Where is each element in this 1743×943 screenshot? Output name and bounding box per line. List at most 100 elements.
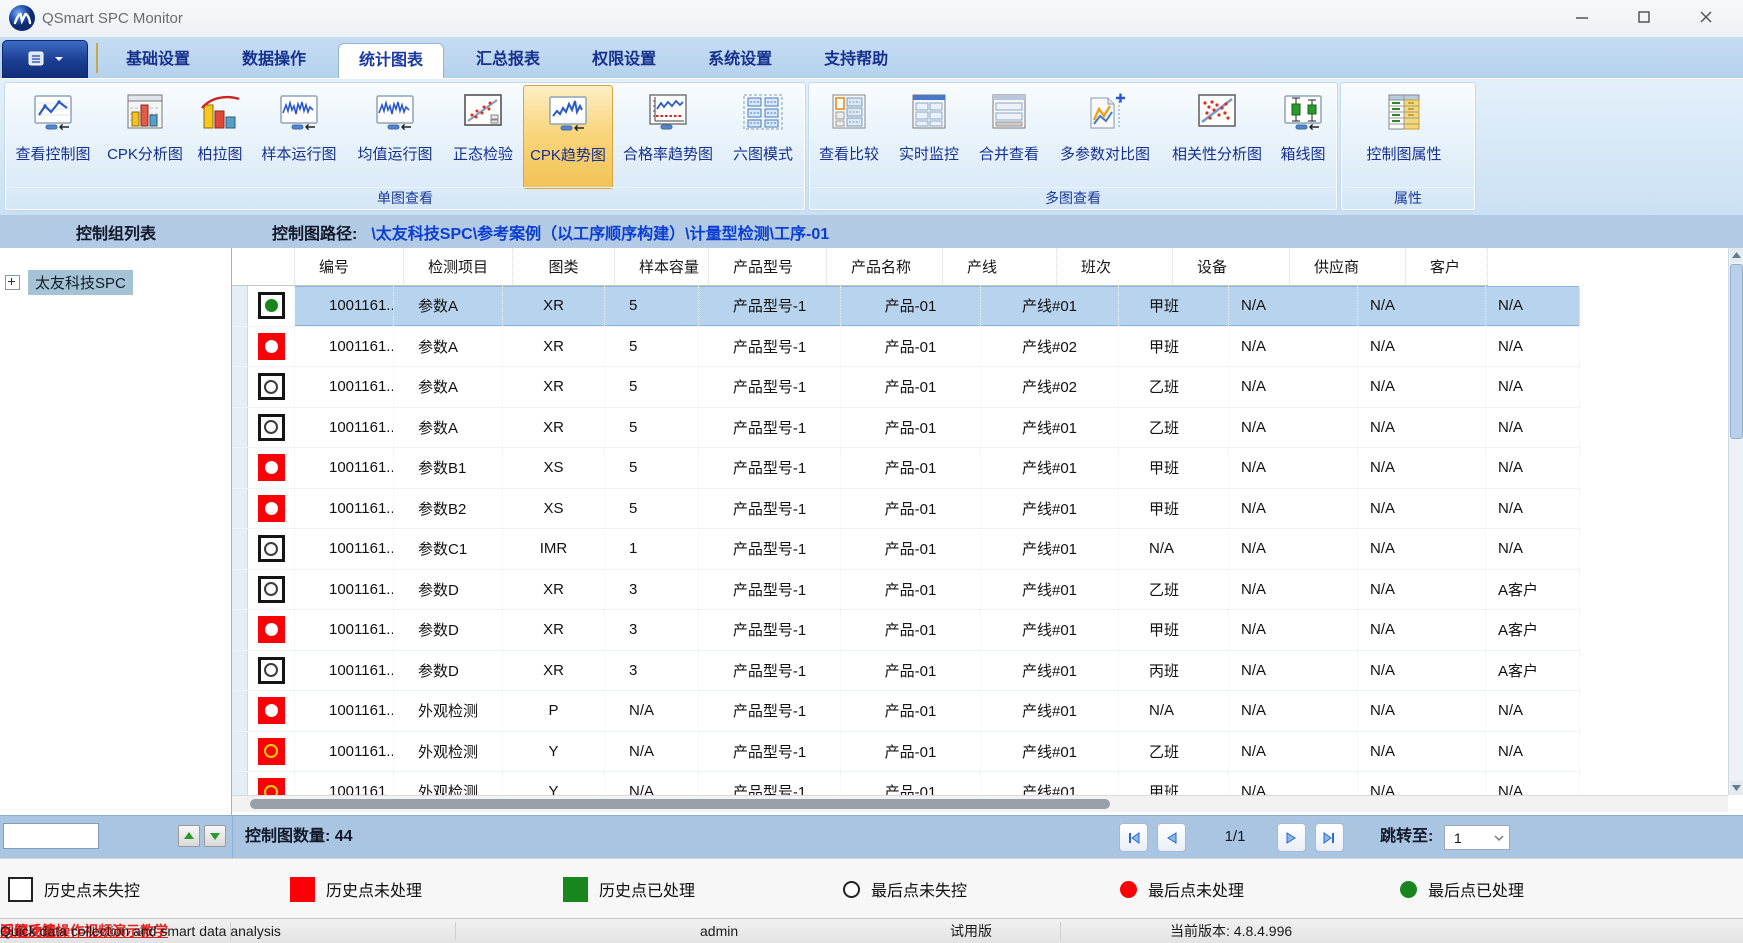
menu-tab-6[interactable]: 系统设置 bbox=[688, 43, 792, 77]
legend-label: 历史点未处理 bbox=[326, 877, 422, 901]
table-row-12[interactable]: 1001161...外观检测YN/A产品型号-1产品-01产线#01乙班N/AN… bbox=[232, 732, 1580, 773]
menu-tab-2[interactable]: 数据操作 bbox=[222, 43, 326, 77]
table-header-cell-2[interactable]: 检测项目 bbox=[404, 248, 513, 285]
circle-swatch-icon bbox=[1120, 881, 1137, 898]
prev-page-icon[interactable] bbox=[1157, 823, 1186, 852]
table-header-cell-7[interactable]: 产线 bbox=[943, 248, 1057, 285]
ribbon-button-correlation-analysis[interactable]: 相关性分析图 bbox=[1161, 85, 1273, 189]
bottom-bar: 控制图数量: 44 1/1 跳转至: 1 bbox=[0, 815, 1743, 858]
ribbon-button-label: 多参数对比图 bbox=[1060, 143, 1150, 164]
table-header-cell-8[interactable]: 班次 bbox=[1057, 248, 1173, 285]
ribbon-button-mean-run[interactable]: 均值运行图 bbox=[347, 85, 443, 189]
vscroll-thumb[interactable] bbox=[1730, 264, 1743, 439]
row-gutter bbox=[232, 367, 248, 407]
table-cell: 产品型号-1 bbox=[699, 408, 841, 448]
jump-to-select[interactable]: 1 bbox=[1444, 825, 1510, 850]
table-cell: 参数A bbox=[394, 408, 503, 448]
ribbon-button-boxplot[interactable]: 箱线图 bbox=[1273, 85, 1333, 189]
table-row-5[interactable]: 1001161...参数B1XS5产品型号-1产品-01产线#01甲班N/AN/… bbox=[232, 448, 1580, 489]
vertical-scrollbar[interactable] bbox=[1728, 248, 1743, 795]
circle-swatch-icon bbox=[1400, 881, 1417, 898]
menu-tab-5[interactable]: 权限设置 bbox=[572, 43, 676, 77]
ribbon-button-view-control-chart[interactable]: 查看控制图 bbox=[5, 85, 101, 189]
control-chart-table: 编号检测项目图类样本容量产品型号产品名称产线班次设备供应商客户 1001161.… bbox=[232, 248, 1743, 815]
white-square-ring-icon bbox=[258, 373, 285, 400]
expand-plus-icon[interactable] bbox=[5, 275, 20, 290]
maximize-icon[interactable] bbox=[1613, 0, 1675, 34]
spinner-down-icon[interactable] bbox=[204, 825, 226, 847]
row-status-cell bbox=[248, 651, 295, 691]
table-row-4[interactable]: 1001161...参数AXR5产品型号-1产品-01产线#01乙班N/AN/A… bbox=[232, 408, 1580, 449]
table-cell: XS bbox=[503, 489, 605, 529]
table-cell: 甲班 bbox=[1119, 610, 1229, 650]
next-page-icon[interactable] bbox=[1277, 823, 1306, 852]
app-menu-button[interactable] bbox=[2, 40, 88, 78]
ribbon-button-cpk-trend[interactable]: CPK趋势图 bbox=[523, 85, 613, 189]
ribbon-button-multi-param-compare[interactable]: 多参数对比图 bbox=[1049, 85, 1161, 189]
table-header-cell-3[interactable]: 图类 bbox=[513, 248, 615, 285]
minimize-icon[interactable] bbox=[1551, 0, 1613, 34]
table-row-8[interactable]: 1001161...参数DXR3产品型号-1产品-01产线#01乙班N/AN/A… bbox=[232, 570, 1580, 611]
table-cell: N/A bbox=[1229, 651, 1358, 691]
white-square-green-dot-icon bbox=[258, 292, 285, 319]
table-row-13[interactable]: 1001161外观检测YN/A产品型号-1产品-01产线#01甲班N/AN/AN… bbox=[232, 772, 1580, 795]
table-header-cell-6[interactable]: 产品名称 bbox=[827, 248, 943, 285]
table-row-7[interactable]: 1001161...参数C1IMR1产品型号-1产品-01产线#01N/AN/A… bbox=[232, 529, 1580, 570]
table-header-cell-11[interactable]: 客户 bbox=[1406, 248, 1488, 285]
sample-run-icon bbox=[277, 93, 321, 138]
ribbon-button-normality-test[interactable]: 正态检验 bbox=[443, 85, 523, 189]
table-header-cell-5[interactable]: 产品型号 bbox=[709, 248, 827, 285]
ribbon-button-merge-view[interactable]: 合并查看 bbox=[969, 85, 1049, 189]
tree-node-root[interactable]: 太友科技SPC bbox=[5, 270, 231, 295]
table-cell: N/A bbox=[1119, 691, 1229, 731]
ribbon-button-control-chart-properties[interactable]: 控制图属性 bbox=[1341, 85, 1467, 189]
filter-input[interactable] bbox=[3, 823, 99, 849]
horizontal-scrollbar[interactable] bbox=[232, 795, 1728, 812]
menu-tab-1[interactable]: 基础设置 bbox=[106, 43, 210, 77]
table-row-9[interactable]: 1001161...参数DXR3产品型号-1产品-01产线#01甲班N/AN/A… bbox=[232, 610, 1580, 651]
menu-tab-3[interactable]: 统计图表 bbox=[338, 43, 444, 78]
ribbon-button-view-compare[interactable]: 查看比较 bbox=[809, 85, 889, 189]
ribbon-button-label: 控制图属性 bbox=[1366, 143, 1441, 164]
table-header-cell-10[interactable]: 供应商 bbox=[1290, 248, 1406, 285]
table-row-10[interactable]: 1001161...参数DXR3产品型号-1产品-01产线#01丙班N/AN/A… bbox=[232, 651, 1580, 692]
hscroll-thumb[interactable] bbox=[250, 799, 1110, 809]
spinner-up-icon[interactable] bbox=[178, 825, 200, 847]
table-row-3[interactable]: 1001161...参数AXR5产品型号-1产品-01产线#02乙班N/AN/A… bbox=[232, 367, 1580, 408]
row-status-cell bbox=[248, 408, 295, 448]
first-page-icon[interactable] bbox=[1119, 823, 1148, 852]
ribbon-button-six-chart-mode[interactable]: 六图模式 bbox=[723, 85, 803, 189]
tree-node-label[interactable]: 太友科技SPC bbox=[28, 270, 133, 295]
app-logo-icon bbox=[8, 4, 36, 32]
table-cell: 产品-01 bbox=[841, 651, 981, 691]
menu-tabs: 基础设置数据操作统计图表汇总报表权限设置系统设置支持帮助 bbox=[106, 43, 920, 78]
table-row-2[interactable]: 1001161...参数AXR5产品型号-1产品-01产线#02甲班N/AN/A… bbox=[232, 327, 1580, 368]
ribbon-button-pareto[interactable]: 柏拉图 bbox=[189, 85, 251, 189]
row-gutter bbox=[232, 327, 248, 367]
menu-tab-7[interactable]: 支持帮助 bbox=[804, 43, 908, 77]
table-cell: 外观检测 bbox=[394, 772, 503, 795]
table-header-cell-9[interactable]: 设备 bbox=[1173, 248, 1290, 285]
ribbon-button-pass-rate-trend[interactable]: 合格率趋势图 bbox=[613, 85, 723, 189]
table-row-1[interactable]: 1001161...参数AXR5产品型号-1产品-01产线#01甲班N/AN/A… bbox=[232, 286, 1580, 327]
ribbon-button-cpk-analysis[interactable]: CPK分析图 bbox=[101, 85, 189, 189]
scroll-down-icon[interactable] bbox=[1730, 781, 1743, 795]
row-gutter bbox=[232, 448, 248, 488]
white-square-ring-icon bbox=[258, 657, 285, 684]
table-header-cell-1[interactable]: 编号 bbox=[295, 248, 404, 285]
status-bar: admin试用版当前版本: 4.8.4.996系统功能操作视频演示教学问题反馈Q… bbox=[0, 918, 1743, 943]
table-cell: 5 bbox=[605, 286, 699, 326]
table-cell: 产线#01 bbox=[981, 529, 1119, 569]
ribbon-button-sample-run[interactable]: 样本运行图 bbox=[251, 85, 347, 189]
menu-tab-4[interactable]: 汇总报表 bbox=[456, 43, 560, 77]
correlation-analysis-icon bbox=[1195, 93, 1239, 138]
multi-param-compare-icon bbox=[1083, 93, 1127, 138]
table-cell: 参数D bbox=[394, 570, 503, 610]
last-page-icon[interactable] bbox=[1315, 823, 1344, 852]
ribbon-button-realtime-monitor[interactable]: 实时监控 bbox=[889, 85, 969, 189]
table-row-6[interactable]: 1001161...参数B2XS5产品型号-1产品-01产线#01甲班N/AN/… bbox=[232, 489, 1580, 530]
scroll-up-icon[interactable] bbox=[1730, 248, 1743, 262]
close-icon[interactable] bbox=[1675, 0, 1737, 34]
table-row-11[interactable]: 1001161...外观检测PN/A产品型号-1产品-01产线#01N/AN/A… bbox=[232, 691, 1580, 732]
table-header-cell-4[interactable]: 样本容量 bbox=[615, 248, 709, 285]
